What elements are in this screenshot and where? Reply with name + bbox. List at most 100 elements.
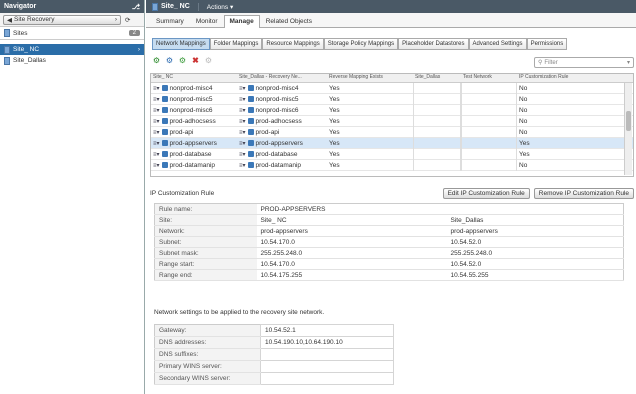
network-setting-value bbox=[260, 360, 394, 373]
remove-rule-icon[interactable]: ⚙ bbox=[204, 56, 213, 65]
mapping-icon: ≡▾ bbox=[153, 129, 160, 136]
ip-rule-cell: No bbox=[519, 117, 528, 125]
recovery-network-cell: ≡▾ prod-database bbox=[237, 151, 327, 158]
rule-key: Range end: bbox=[154, 269, 257, 281]
rule-row: Network: prod-appservers prod-appservers bbox=[154, 225, 624, 237]
mapping-icon: ≡▾ bbox=[153, 118, 160, 125]
back-button-label: Site Recovery bbox=[14, 16, 55, 23]
recovery-network: prod-database bbox=[255, 150, 298, 158]
mapping-icon: ≡▾ bbox=[239, 129, 246, 136]
top-tabs: Summary Monitor Manage Related Objects bbox=[146, 13, 636, 28]
table-row[interactable]: ≡▾ nonprod-misc5 ≡▾ nonprod-misc5 Yes No bbox=[151, 93, 633, 105]
history-icon[interactable]: ⟳ bbox=[125, 16, 130, 24]
add-ip-rule-icon[interactable]: ⚙ bbox=[178, 56, 187, 65]
new-mapping-icon[interactable]: ⚙ bbox=[152, 56, 161, 65]
actions-label: Actions bbox=[206, 3, 229, 11]
source-network: prod-api bbox=[169, 128, 194, 136]
tab-summary[interactable]: Summary bbox=[150, 15, 190, 27]
tree-item-site-dallas[interactable]: Site_Dallas bbox=[0, 55, 144, 66]
source-network-cell: ≡▾ prod-adhocsess bbox=[151, 118, 237, 125]
column-header[interactable]: Site_ NC bbox=[151, 74, 237, 82]
tree-item-site-nc[interactable]: Site_ NC › bbox=[0, 44, 144, 55]
source-network: prod-adhocsess bbox=[169, 117, 216, 125]
tab-manage[interactable]: Manage bbox=[223, 15, 260, 28]
add-mapping-icon[interactable]: ⚙ bbox=[165, 56, 174, 65]
recovery-network: nonprod-misc6 bbox=[255, 106, 299, 114]
recovery-network-cell: ≡▾ nonprod-misc5 bbox=[237, 96, 327, 103]
page-title-text: Site_ NC bbox=[161, 3, 190, 10]
ip-rule-title: IP Customization Rule bbox=[150, 190, 215, 197]
column-header[interactable]: Site_Dallas bbox=[413, 74, 461, 82]
tree-item-label: Site_ NC bbox=[13, 46, 40, 53]
network-setting-value bbox=[260, 372, 394, 385]
test-network-cell bbox=[461, 93, 517, 105]
table-row[interactable]: ≡▾ prod-adhocsess ≡▾ prod-adhocsess Yes No bbox=[151, 115, 633, 127]
column-header[interactable]: Site_Dallas - Recovery Ne... bbox=[237, 74, 327, 82]
sub-tabs: Network Mappings Folder Mappings Resourc… bbox=[152, 38, 568, 50]
network-setting-value: 10.54.190.10,10.64.190.10 bbox=[260, 336, 394, 349]
rule-target-value: Site_Dallas bbox=[446, 214, 624, 226]
tab-placeholder-datastores[interactable]: Placeholder Datastores bbox=[398, 38, 469, 50]
table-row[interactable]: ≡▾ prod-database ≡▾ prod-database Yes Yes bbox=[151, 148, 633, 160]
table-scrollbar[interactable] bbox=[624, 83, 632, 175]
table-row[interactable]: ≡▾ prod-appservers ≡▾ prod-appservers Yes Yes bbox=[151, 137, 633, 149]
test-network-cell bbox=[461, 115, 517, 127]
tab-resource-mappings[interactable]: Resource Mappings bbox=[262, 38, 324, 50]
tab-storage-policy-mappings[interactable]: Storage Policy Mappings bbox=[323, 38, 399, 50]
rule-key: Rule name: bbox=[154, 203, 257, 215]
edit-ip-rule-button[interactable]: Edit IP Customization Rule bbox=[442, 188, 530, 199]
rule-key: Network: bbox=[154, 225, 257, 237]
network-setting-key: DNS suffixes: bbox=[154, 348, 261, 361]
ip-rule-cell: Yes bbox=[519, 139, 530, 147]
network-mappings-table: Site_ NC Site_Dallas - Recovery Ne... Re… bbox=[150, 73, 634, 177]
recovery-network-cell: ≡▾ prod-datamanip bbox=[237, 162, 327, 169]
dallas-cell bbox=[413, 159, 461, 171]
dallas-cell bbox=[413, 148, 461, 160]
navigator-panel: Navigator ⎇ ◀ Site Recovery › ⟳ Sites 2 … bbox=[0, 0, 145, 394]
scrollbar-thumb[interactable] bbox=[626, 111, 631, 131]
network-icon bbox=[247, 117, 254, 124]
source-network-cell: ≡▾ nonprod-misc4 bbox=[151, 85, 237, 92]
main-header: Site_ NC Actions ▾ bbox=[146, 0, 636, 13]
delete-icon[interactable]: ✖ bbox=[191, 56, 200, 65]
source-network-cell: ≡▾ nonprod-misc6 bbox=[151, 107, 237, 114]
back-button[interactable]: ◀ Site Recovery › bbox=[3, 14, 121, 25]
tab-network-mappings[interactable]: Network Mappings bbox=[152, 38, 210, 50]
network-icon bbox=[161, 95, 168, 102]
rule-target-value: 10.54.55.255 bbox=[446, 269, 624, 281]
network-icon bbox=[247, 84, 254, 91]
recovery-network-cell: ≡▾ nonprod-misc6 bbox=[237, 107, 327, 114]
actions-menu[interactable]: Actions ▾ bbox=[197, 2, 233, 11]
source-network-cell: ≡▾ prod-datamanip bbox=[151, 162, 237, 169]
rule-key: Subnet: bbox=[154, 236, 257, 248]
rule-row: Range start: 10.54.170.0 10.54.52.0 bbox=[154, 258, 624, 270]
tab-permissions[interactable]: Permissions bbox=[526, 38, 568, 50]
tab-advanced-settings[interactable]: Advanced Settings bbox=[468, 38, 527, 50]
table-row[interactable]: ≡▾ prod-datamanip ≡▾ prod-datamanip Yes No bbox=[151, 159, 633, 171]
tab-folder-mappings[interactable]: Folder Mappings bbox=[209, 38, 263, 50]
column-header[interactable]: Reverse Mapping Exists bbox=[327, 74, 413, 82]
filter-input[interactable]: ⚲ Filter ▾ bbox=[534, 57, 634, 68]
table-row[interactable]: ≡▾ prod-api ≡▾ prod-api Yes No bbox=[151, 126, 633, 138]
recovery-network: prod-api bbox=[255, 128, 280, 136]
network-icon bbox=[161, 161, 168, 168]
column-header[interactable]: Test Network bbox=[461, 74, 517, 82]
network-setting-value: 10.54.52.1 bbox=[260, 324, 394, 337]
mapping-icon: ≡▾ bbox=[153, 151, 160, 158]
sites-label: Sites bbox=[13, 29, 28, 37]
source-network-cell: ≡▾ prod-appservers bbox=[151, 140, 237, 147]
table-row[interactable]: ≡▾ nonprod-misc6 ≡▾ nonprod-misc6 Yes No bbox=[151, 104, 633, 116]
pin-icon[interactable]: ⎇ bbox=[132, 3, 140, 11]
table-row[interactable]: ≡▾ nonprod-misc4 ≡▾ nonprod-misc4 Yes No bbox=[151, 82, 633, 94]
network-setting-row: DNS addresses: 10.54.190.10,10.64.190.10 bbox=[154, 336, 394, 349]
tab-monitor[interactable]: Monitor bbox=[190, 15, 224, 27]
network-icon bbox=[247, 150, 254, 157]
rule-source-value: 10.54.170.0 bbox=[256, 236, 447, 248]
reverse-mapping-cell: Yes bbox=[329, 95, 340, 103]
network-icon bbox=[247, 95, 254, 102]
tab-related-objects[interactable]: Related Objects bbox=[260, 15, 318, 27]
sites-row[interactable]: Sites 2 bbox=[0, 27, 144, 40]
ip-rule-cell: No bbox=[519, 95, 528, 103]
column-header[interactable]: IP Customization Rule bbox=[517, 74, 621, 82]
remove-ip-rule-button[interactable]: Remove IP Customization Rule bbox=[533, 188, 634, 199]
